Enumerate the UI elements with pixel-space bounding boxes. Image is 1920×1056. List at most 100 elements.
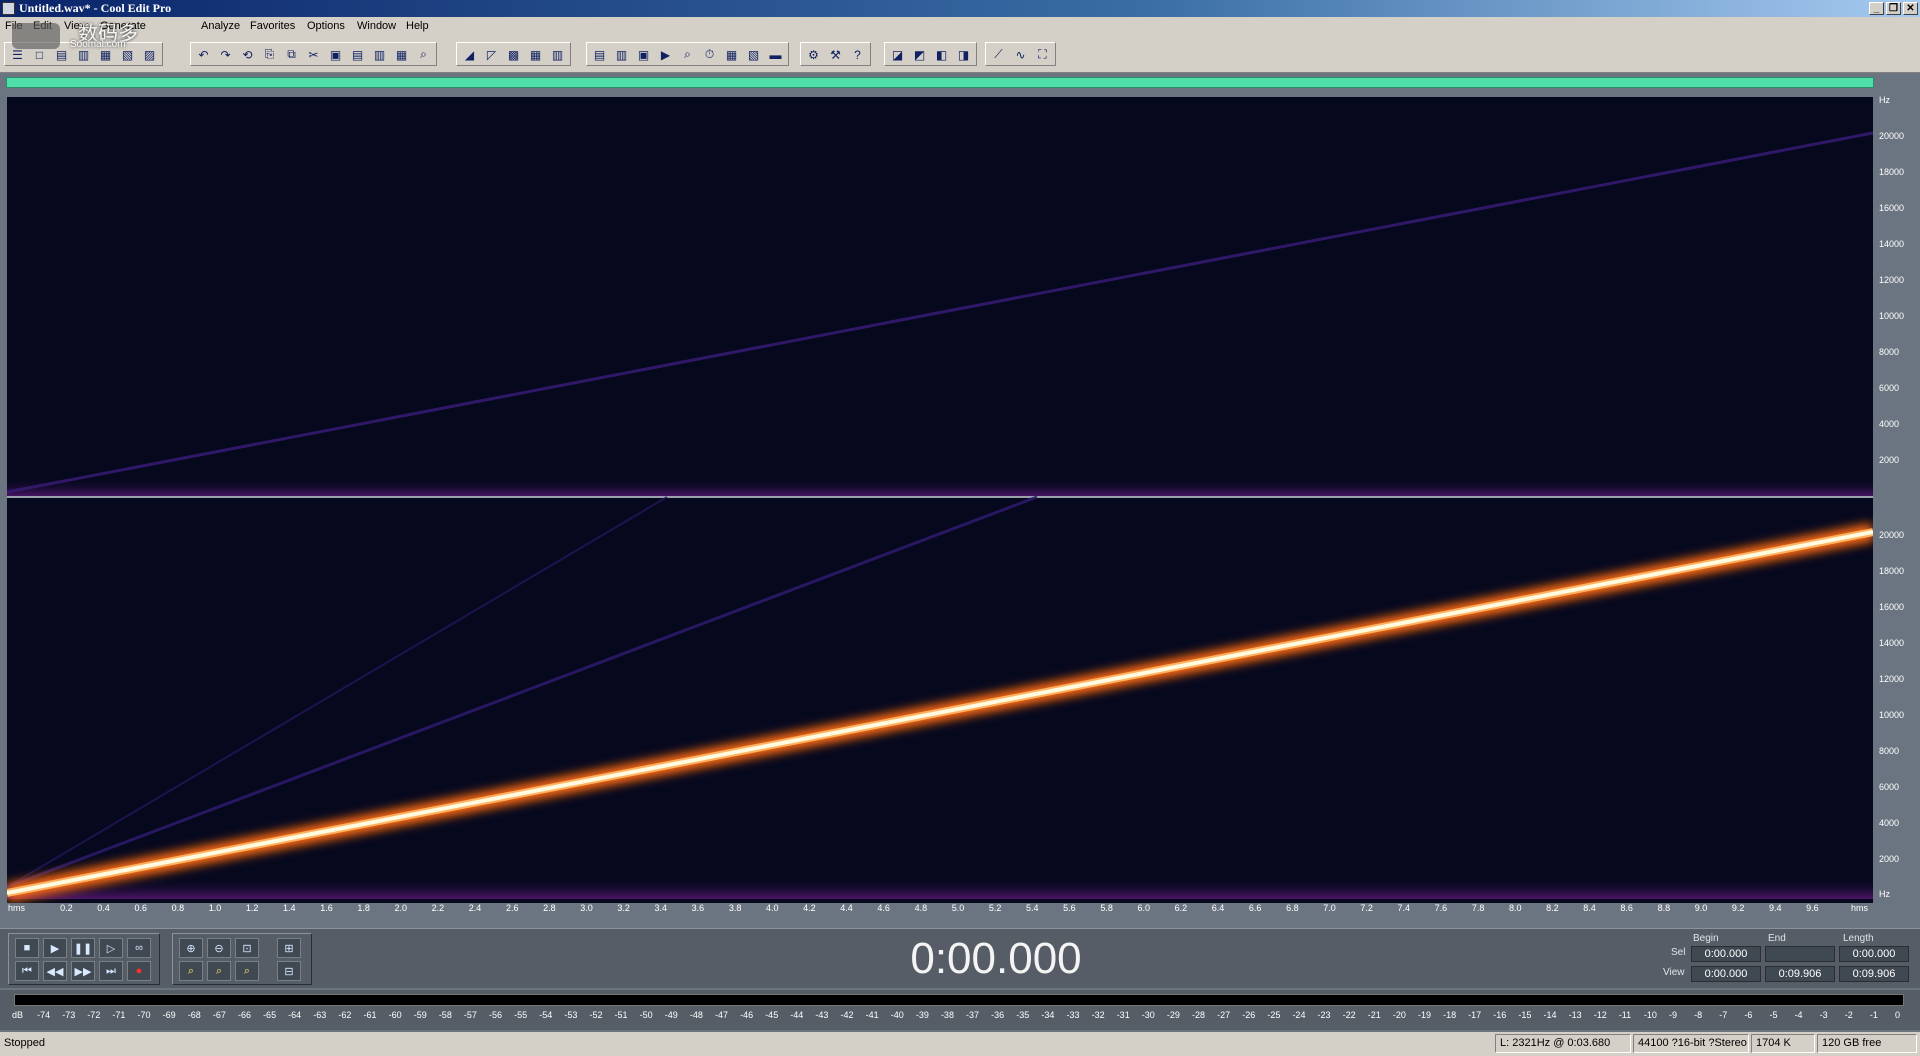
- playlist-icon[interactable]: ▥: [611, 44, 632, 65]
- redo-icon[interactable]: ↷: [215, 44, 236, 65]
- copy-to-new-icon[interactable]: ⧉: [281, 44, 302, 65]
- time-label: 0.2: [60, 903, 73, 913]
- effect-delay-icon[interactable]: ◩: [909, 44, 930, 65]
- time-display: 0:00.000: [910, 934, 1082, 983]
- effect-filter-icon[interactable]: ◨: [953, 44, 974, 65]
- spectral-bar-icon[interactable]: ▥: [547, 44, 568, 65]
- rewind-icon[interactable]: ◀◀: [43, 961, 67, 981]
- freq-label: 18000: [1879, 167, 1905, 177]
- spectral-phase-icon[interactable]: ▦: [525, 44, 546, 65]
- analysis-icon[interactable]: ⟋: [988, 44, 1009, 65]
- play-icon[interactable]: ▶: [43, 938, 67, 958]
- sample-icon[interactable]: ▧: [743, 44, 764, 65]
- spectral-view[interactable]: [5, 97, 1875, 903]
- zoom-out-icon[interactable]: ⊖: [207, 938, 231, 958]
- mix-paste-icon[interactable]: ▥: [369, 44, 390, 65]
- cut-icon[interactable]: ✂: [303, 44, 324, 65]
- status-icon[interactable]: ▬: [765, 44, 786, 65]
- meter-label: -58: [438, 1010, 452, 1020]
- zoom-full-icon[interactable]: ⊡: [235, 938, 259, 958]
- status-bar: Stopped L: 2321Hz @ 0:03.680 44100 ?16-b…: [0, 1032, 1920, 1056]
- time-label: 3.2: [617, 903, 630, 913]
- app-icon[interactable]: [2, 2, 15, 15]
- level-meter-bar: [14, 994, 1904, 1006]
- go-to-end-icon[interactable]: ⏭: [99, 961, 123, 981]
- waveform-view-icon[interactable]: ◢: [459, 44, 480, 65]
- play-icon[interactable]: ▶: [655, 44, 676, 65]
- view-begin-field[interactable]: 0:00.000: [1691, 966, 1761, 982]
- zoom-out-vertical-icon[interactable]: ⊟: [277, 961, 301, 981]
- time-ruler[interactable]: hms hms 0.2 0.4 0.6 0.8 1.0 1.2 1.4 1.6 1.8 2.0 2.…: [7, 903, 1873, 915]
- menu-help[interactable]: Help: [406, 17, 429, 36]
- time-label: 3.6: [691, 903, 705, 913]
- meter-label: -66: [237, 1010, 251, 1020]
- meter-label: -71: [112, 1010, 126, 1020]
- zoom-window-icon[interactable]: ⌕: [677, 44, 698, 65]
- meter-label: -53: [564, 1010, 578, 1020]
- zoom-right-icon[interactable]: ⌕: [207, 961, 231, 981]
- spectral-pan-icon[interactable]: ▩: [503, 44, 524, 65]
- time-label: 2.2: [431, 903, 445, 913]
- record-icon[interactable]: ●: [127, 961, 151, 981]
- paste-new-icon[interactable]: ▤: [347, 44, 368, 65]
- menu-options[interactable]: Options: [307, 17, 345, 36]
- play-to-end-icon[interactable]: ▷: [99, 938, 123, 958]
- go-to-start-icon[interactable]: ⏮: [15, 961, 39, 981]
- time-label: 2.0: [394, 903, 407, 913]
- free-space-readout: 120 GB free: [1817, 1034, 1917, 1053]
- copy-icon[interactable]: ⎘: [259, 44, 280, 65]
- trim-icon[interactable]: ▦: [391, 44, 412, 65]
- loop-icon[interactable]: ∞: [127, 938, 151, 958]
- effect-amplify-icon[interactable]: ◪: [887, 44, 908, 65]
- minimize-button[interactable]: _: [1869, 2, 1884, 15]
- close-button[interactable]: ✕: [1903, 2, 1918, 15]
- pause-icon[interactable]: ❚❚: [71, 938, 95, 958]
- transport-panel: ■ ▶ ❚❚ ▷ ∞ ⏮ ◀◀ ▶▶ ⏭ ● ⊕ ⊖ ⊡ ⊞ ⌕ ⌕ ⌕ ⊟ 0…: [0, 928, 1920, 988]
- zoom-in-vertical-icon[interactable]: ⊞: [277, 938, 301, 958]
- help-icon[interactable]: ?: [847, 44, 868, 65]
- left-noise-floor: [7, 477, 1873, 497]
- fast-forward-icon[interactable]: ▶▶: [71, 961, 95, 981]
- overview-bar[interactable]: [6, 77, 1874, 88]
- info-icon[interactable]: ▣: [633, 44, 654, 65]
- freq-label: 8000: [1879, 347, 1900, 357]
- sel-length-field[interactable]: 0:00.000: [1839, 946, 1909, 962]
- menu-bar: File Edit View Generate Analyze Favorite…: [0, 17, 1920, 36]
- view-end-field[interactable]: 0:09.906: [1765, 966, 1835, 982]
- meter-label: -70: [137, 1010, 151, 1020]
- view-length-field[interactable]: 0:09.906: [1839, 966, 1909, 982]
- meter-label: -59: [413, 1010, 427, 1020]
- settings-icon[interactable]: ⚙: [803, 44, 824, 65]
- freq-unit-top: Hz: [1879, 95, 1890, 105]
- menu-favorites[interactable]: Favorites: [250, 17, 295, 36]
- cue-list-icon[interactable]: ▤: [589, 44, 610, 65]
- level-meter-icon[interactable]: ▦: [721, 44, 742, 65]
- spectral-view-icon[interactable]: ◸: [481, 44, 502, 65]
- noise-reduction-icon[interactable]: ⛶: [1032, 44, 1053, 65]
- freq-label: 14000: [1879, 638, 1905, 648]
- effect-envelope-icon[interactable]: ◧: [931, 44, 952, 65]
- time-window-icon[interactable]: ⏱: [699, 44, 720, 65]
- restore-button[interactable]: ❐: [1886, 2, 1901, 15]
- sel-end-field[interactable]: [1765, 946, 1835, 962]
- freq-label: 20000: [1879, 131, 1905, 141]
- zoom-in-icon[interactable]: ⊕: [179, 938, 203, 958]
- meter-label: -45: [765, 1010, 779, 1020]
- device-properties-icon[interactable]: ⚒: [825, 44, 846, 65]
- paste-icon[interactable]: ▣: [325, 44, 346, 65]
- time-label: 8.4: [1583, 903, 1596, 913]
- menu-analyze[interactable]: Analyze: [201, 17, 240, 36]
- menu-window[interactable]: Window: [357, 17, 396, 36]
- zoom-selection-icon[interactable]: ⌕: [235, 961, 259, 981]
- meter-label: -23: [1317, 1010, 1331, 1020]
- zoom-left-icon[interactable]: ⌕: [179, 961, 203, 981]
- scientific-filter-icon[interactable]: ∿: [1010, 44, 1031, 65]
- repeat-icon[interactable]: ⟲: [237, 44, 258, 65]
- meter-label: -56: [489, 1010, 503, 1020]
- undo-icon[interactable]: ↶: [193, 44, 214, 65]
- time-label: 0.6: [134, 903, 147, 913]
- sel-begin-field[interactable]: 0:00.000: [1691, 946, 1761, 962]
- find-icon[interactable]: ⌕: [413, 44, 434, 65]
- watermark-logo: [12, 23, 60, 49]
- stop-icon[interactable]: ■: [15, 938, 39, 958]
